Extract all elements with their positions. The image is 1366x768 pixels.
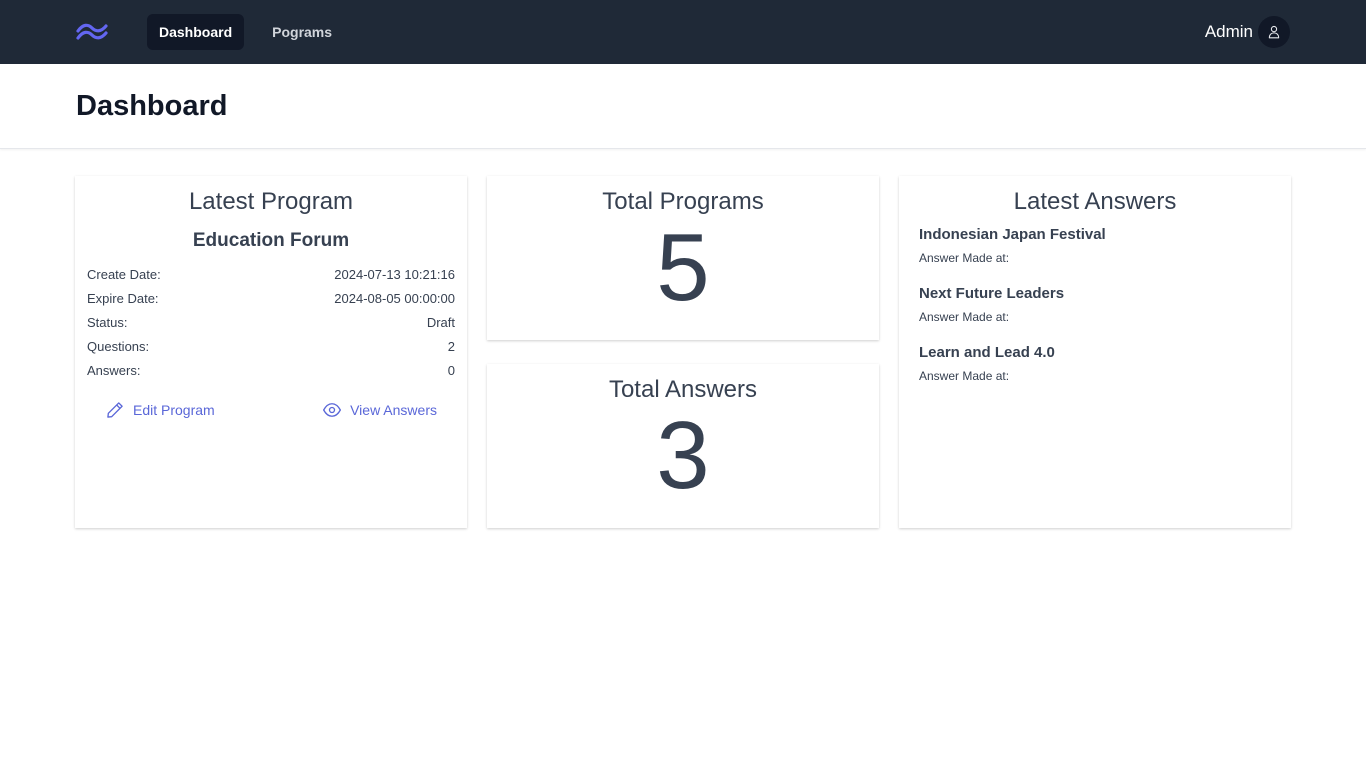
answer-program-title: Learn and Lead 4.0 bbox=[919, 344, 1055, 361]
answer-timestamp: Answer Made at: bbox=[919, 369, 1010, 383]
total-answers-card: Total Answers 3 bbox=[487, 364, 879, 528]
detail-value: 0 bbox=[447, 362, 455, 378]
detail-label: Answers: bbox=[87, 362, 141, 378]
program-actions: Edit Program View Answers bbox=[75, 400, 467, 420]
eye-icon bbox=[323, 403, 342, 417]
detail-label: Status: bbox=[87, 314, 128, 330]
total-answers-title: Total Answers bbox=[608, 376, 758, 403]
detail-row-expire-date: Expire Date: 2024-08-05 00:00:00 bbox=[87, 286, 455, 310]
answer-item[interactable]: Indonesian Japan Festival Answer Made at… bbox=[899, 226, 1291, 265]
latest-program-title: Latest Program bbox=[188, 188, 354, 215]
page-header: Dashboard bbox=[0, 64, 1366, 149]
total-programs-card: Total Programs 5 bbox=[487, 176, 879, 340]
view-answers-label: View Answers bbox=[350, 402, 437, 418]
detail-label: Questions: bbox=[87, 338, 150, 354]
page-title: Dashboard bbox=[76, 89, 228, 122]
answer-timestamp: Answer Made at: bbox=[919, 251, 1010, 265]
latest-answers-title: Latest Answers bbox=[1013, 188, 1177, 215]
detail-value: 2024-07-13 10:21:16 bbox=[334, 266, 455, 282]
latest-program-card: Latest Program Education Forum Create Da… bbox=[75, 176, 467, 528]
user-name: Admin bbox=[1204, 22, 1253, 41]
user-avatar-button[interactable] bbox=[1258, 16, 1290, 48]
detail-row-create-date: Create Date: 2024-07-13 10:21:16 bbox=[87, 262, 455, 286]
user-menu: Admin bbox=[1205, 0, 1290, 64]
nav-item-dashboard[interactable]: Dashboard bbox=[147, 14, 245, 50]
user-icon bbox=[1268, 25, 1280, 39]
answer-timestamp: Answer Made at: bbox=[919, 310, 1010, 324]
detail-row-answers: Answers: 0 bbox=[87, 358, 455, 382]
program-details: Create Date: 2024-07-13 10:21:16 Expire … bbox=[75, 262, 467, 382]
detail-value: 2024-08-05 00:00:00 bbox=[334, 290, 455, 306]
latest-answers-card: Latest Answers Indonesian Japan Festival… bbox=[899, 176, 1291, 528]
total-programs-value: 5 bbox=[656, 214, 710, 321]
nav-item-programs[interactable]: Pograms bbox=[260, 14, 344, 50]
view-answers-button[interactable]: View Answers bbox=[322, 400, 437, 420]
program-name: Education Forum bbox=[192, 230, 350, 251]
pencil-icon bbox=[107, 402, 123, 418]
detail-value: 2 bbox=[447, 338, 455, 354]
detail-row-questions: Questions: 2 bbox=[87, 334, 455, 358]
answer-item[interactable]: Learn and Lead 4.0 Answer Made at: bbox=[899, 344, 1291, 383]
answer-program-title: Next Future Leaders bbox=[919, 285, 1065, 302]
detail-row-status: Status: Draft bbox=[87, 310, 455, 334]
detail-label: Expire Date: bbox=[87, 290, 159, 306]
edit-program-label: Edit Program bbox=[133, 402, 215, 418]
edit-program-button[interactable]: Edit Program bbox=[105, 400, 215, 420]
total-programs-title: Total Programs bbox=[602, 188, 764, 215]
top-navbar: Dashboard Pograms Admin bbox=[0, 0, 1366, 64]
total-answers-value: 3 bbox=[656, 402, 710, 509]
detail-value: Draft bbox=[426, 314, 455, 330]
tailwind-logo-icon[interactable] bbox=[76, 16, 108, 48]
detail-label: Create Date: bbox=[87, 266, 161, 282]
answer-program-title: Indonesian Japan Festival bbox=[919, 226, 1106, 243]
answer-item[interactable]: Next Future Leaders Answer Made at: bbox=[899, 285, 1291, 324]
